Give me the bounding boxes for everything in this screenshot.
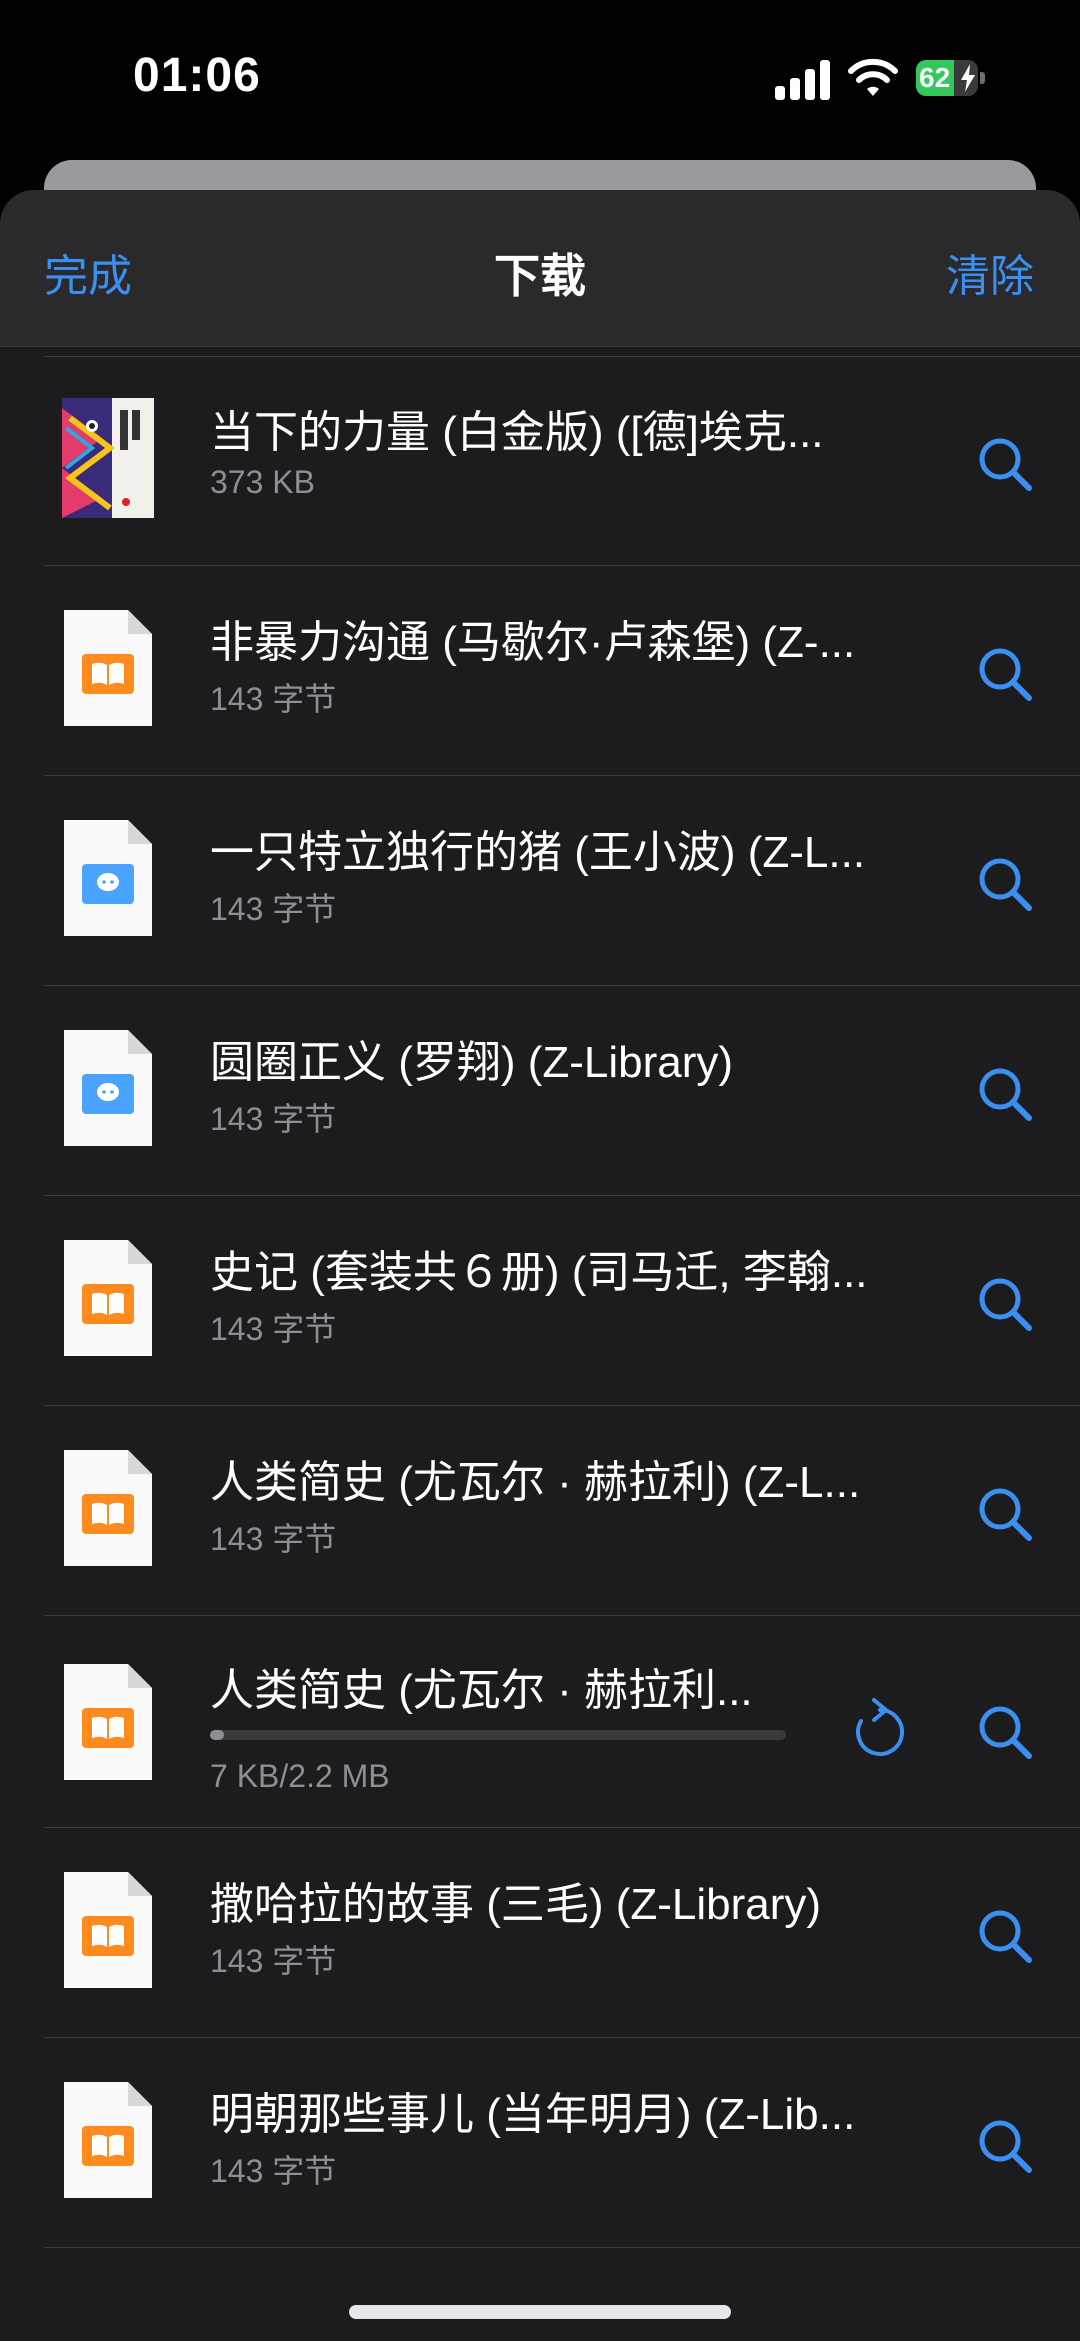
search-icon[interactable] [975,1702,1035,1762]
list-item[interactable]: 人类简史 (尤瓦尔 · 赫拉利) (Z-L... 143 字节 [0,1406,1080,1616]
wifi-icon [848,58,898,96]
search-icon[interactable] [975,1906,1035,1966]
row-divider [44,2247,1080,2248]
item-size: 143 字节 [210,2153,337,2189]
status-bar: 01:06 62 [0,0,1080,150]
home-indicator [349,2305,731,2319]
books-file-icon [64,1240,152,1356]
item-title: 当下的力量 (白金版) ([德]埃克... [210,408,824,457]
list-item[interactable]: 撒哈拉的故事 (三毛) (Z-Library) 143 字节 [0,1828,1080,2038]
status-time: 01:06 [133,49,261,102]
downloads-sheet: 完成 下载 清除 当下的力量 (白金版) ([德]埃克... 373 KB 非暴力沟… [0,190,1080,2341]
navigation-bar: 完成 下载 清除 [0,190,1080,347]
item-size: 143 字节 [210,891,337,927]
item-title: 人类简史 (尤瓦尔 · 赫拉利... [210,1666,753,1715]
item-title: 撒哈拉的故事 (三毛) (Z-Library) [210,1880,822,1929]
books-file-icon [64,1872,152,1988]
item-title: 人类简史 (尤瓦尔 · 赫拉利) (Z-L... [210,1458,861,1507]
signal-icon [775,60,830,100]
list-item[interactable]: 一只特立独行的猪 (王小波) (Z-L... 143 字节 [0,776,1080,986]
item-title: 史记 (套装共６册) (司马迁, 李翰... [210,1248,868,1297]
item-size: 143 字节 [210,1311,337,1347]
item-title: 明朝那些事儿 (当年明月) (Z-Lib... [210,2090,856,2139]
search-icon[interactable] [975,854,1035,914]
download-progress-bar [210,1730,786,1740]
item-size: 143 字节 [210,1101,337,1137]
chat-file-icon [64,1030,152,1146]
charging-bolt-icon [961,64,975,92]
books-file-icon [64,2082,152,2198]
item-title: 非暴力沟通 (马歇尔·卢森堡) (Z-... [210,618,856,667]
list-item[interactable]: 人类简史 (尤瓦尔 · 赫拉利... 7 KB/2.2 MB [0,1616,1080,1828]
item-size: 7 KB/2.2 MB [210,1758,390,1794]
clear-button[interactable]: 清除 [946,240,1034,304]
list-item[interactable]: 明朝那些事儿 (当年明月) (Z-Lib... 143 字节 [0,2038,1080,2248]
books-file-icon [64,1664,152,1780]
page-title: 下载 [494,250,586,302]
search-icon[interactable] [975,1274,1035,1334]
item-title: 圆圈正义 (罗翔) (Z-Library) [210,1038,734,1087]
list-item[interactable]: 当下的力量 (白金版) ([德]埃克... 373 KB [0,356,1080,566]
search-icon[interactable] [975,644,1035,704]
battery-icon: 62 [916,60,986,96]
item-title: 一只特立独行的猪 (王小波) (Z-L... [210,828,866,877]
search-icon[interactable] [975,2116,1035,2176]
books-file-icon [64,1450,152,1566]
list-item[interactable]: 圆圈正义 (罗翔) (Z-Library) 143 字节 [0,986,1080,1196]
item-size: 373 KB [210,464,315,500]
list-item[interactable]: 非暴力沟通 (马歇尔·卢森堡) (Z-... 143 字节 [0,566,1080,776]
item-size: 143 字节 [210,1943,337,1979]
item-size: 143 字节 [210,681,337,717]
books-file-icon [64,610,152,726]
battery-level: 62 [919,62,951,93]
book-cover-thumbnail [62,398,154,518]
reload-icon[interactable] [852,1698,908,1760]
search-icon[interactable] [975,434,1035,494]
search-icon[interactable] [975,1484,1035,1544]
chat-file-icon [64,820,152,936]
item-size: 143 字节 [210,1521,337,1557]
search-icon[interactable] [975,1064,1035,1124]
list-item[interactable]: 史记 (套装共６册) (司马迁, 李翰... 143 字节 [0,1196,1080,1406]
